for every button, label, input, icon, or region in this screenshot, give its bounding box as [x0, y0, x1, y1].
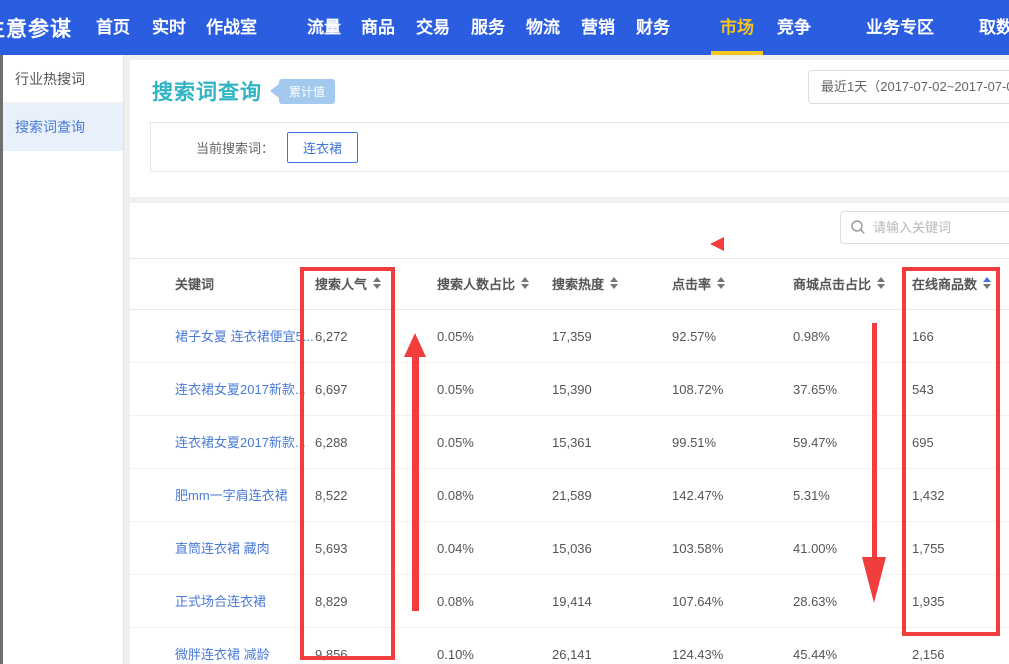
keyword-link[interactable]: 连衣裙女夏2017新款...	[175, 416, 306, 469]
cell-search-heat: 21,589	[552, 469, 592, 522]
keyword-link[interactable]: 正式场合连衣裙	[175, 575, 266, 628]
column-header-keyword: 关键词	[175, 259, 214, 311]
keyword-link[interactable]: 连衣裙女夏2017新款...	[175, 363, 306, 416]
cell-search-heat: 15,361	[552, 416, 592, 469]
cell-search-heat: 15,036	[552, 522, 592, 575]
table-row: 微胖连衣裙 减龄 9,856 0.10% 26,141 124.43% 45.4…	[130, 628, 1009, 664]
cell-click-rate: 99.51%	[672, 416, 716, 469]
badge-label: 累计值	[279, 79, 335, 104]
cell-searcher-ratio: 0.05%	[437, 310, 474, 363]
cell-click-rate: 108.72%	[672, 363, 723, 416]
keyword-search-box	[840, 211, 1009, 244]
table-header-row: 关键词 搜索人气 搜索人数占比 搜索热度 点击率 商城点击占比 在线商品数	[130, 258, 1009, 310]
sort-icon[interactable]	[717, 277, 725, 289]
cell-searcher-ratio: 0.08%	[437, 575, 474, 628]
nav-item-competition[interactable]: 竞争	[777, 0, 811, 55]
cell-mall-click-ratio: 5.31%	[793, 469, 830, 522]
app-logo[interactable]: 生意参谋	[0, 13, 72, 43]
column-header-click-rate[interactable]: 点击率	[672, 259, 725, 311]
nav-item-home[interactable]: 首页	[96, 0, 130, 55]
badge-arrow-left-icon	[270, 84, 279, 98]
column-header-searcher-ratio[interactable]: 搜索人数占比	[437, 259, 529, 311]
left-edge-strip	[0, 55, 3, 664]
nav-item-goods[interactable]: 商品	[361, 0, 395, 55]
nav-item-realtime[interactable]: 实时	[152, 0, 186, 55]
cell-search-heat: 26,141	[552, 628, 592, 664]
cell-mall-click-ratio: 59.47%	[793, 416, 837, 469]
top-nav: 生意参谋 首页 实时 作战室 流量 商品 交易 服务 物流 营销 财务 市场 竞…	[0, 0, 1009, 55]
cell-search-heat: 17,359	[552, 310, 592, 363]
annotation-arrow-down-icon	[862, 323, 886, 603]
annotation-arrow-up-icon	[404, 333, 426, 611]
annotation-rect-search-popularity	[300, 267, 395, 660]
nav-item-data-fetch[interactable]: 取数	[979, 0, 1009, 55]
current-search-word-box: 当前搜索词： 连衣裙	[150, 122, 1009, 172]
nav-item-logistics[interactable]: 物流	[526, 0, 560, 55]
cell-mall-click-ratio: 45.44%	[793, 628, 837, 664]
sidebar-item-industry-hot-words[interactable]: 行业热搜词	[0, 55, 123, 103]
annotation-rect-online-products	[902, 267, 1000, 636]
cell-click-rate: 142.47%	[672, 469, 723, 522]
keyword-link[interactable]: 肥mm一字肩连衣裙	[175, 469, 288, 522]
nav-item-marketing[interactable]: 营销	[581, 0, 615, 55]
cell-search-heat: 15,390	[552, 363, 592, 416]
nav-item-traffic[interactable]: 流量	[307, 0, 341, 55]
search-icon	[850, 219, 866, 240]
page: 生意参谋 首页 实时 作战室 流量 商品 交易 服务 物流 营销 财务 市场 竞…	[0, 0, 1009, 664]
cell-searcher-ratio: 0.08%	[437, 469, 474, 522]
nav-item-finance[interactable]: 财务	[636, 0, 670, 55]
cell-searcher-ratio: 0.05%	[437, 363, 474, 416]
annotation-left-triangle-icon	[710, 237, 724, 251]
nav-item-war-room[interactable]: 作战室	[206, 0, 257, 55]
page-header-card: 搜索词查询 累计值 最近1天（2017-07-02~2017-07-02 当前搜…	[130, 60, 1009, 197]
nav-item-business-zone[interactable]: 业务专区	[866, 0, 934, 55]
sort-icon[interactable]	[877, 277, 885, 289]
cumulative-badge: 累计值	[270, 79, 335, 104]
sort-icon[interactable]	[610, 277, 618, 289]
cell-click-rate: 103.58%	[672, 522, 723, 575]
keyword-link[interactable]: 直筒连衣裙 藏肉	[175, 522, 270, 575]
cell-mall-click-ratio: 28.63%	[793, 575, 837, 628]
nav-item-market[interactable]: 市场	[720, 0, 754, 55]
cell-click-rate: 92.57%	[672, 310, 716, 363]
date-range-picker[interactable]: 最近1天（2017-07-02~2017-07-02	[808, 70, 1009, 104]
current-keyword-chip[interactable]: 连衣裙	[287, 132, 358, 163]
keyword-link[interactable]: 微胖连衣裙 减龄	[175, 628, 270, 664]
cell-click-rate: 124.43%	[672, 628, 723, 664]
column-header-search-heat[interactable]: 搜索热度	[552, 259, 618, 311]
cell-mall-click-ratio: 37.65%	[793, 363, 837, 416]
column-header-mall-click-ratio[interactable]: 商城点击占比	[793, 259, 885, 311]
current-search-word-label: 当前搜索词：	[196, 138, 274, 157]
sidebar: 行业热搜词 搜索词查询	[0, 55, 124, 664]
cell-mall-click-ratio: 41.00%	[793, 522, 837, 575]
page-title: 搜索词查询	[152, 76, 262, 106]
sidebar-item-search-word-query[interactable]: 搜索词查询	[0, 103, 123, 151]
nav-item-trade[interactable]: 交易	[416, 0, 450, 55]
cell-searcher-ratio: 0.04%	[437, 522, 474, 575]
sort-icon[interactable]	[521, 277, 529, 289]
cell-click-rate: 107.64%	[672, 575, 723, 628]
cell-mall-click-ratio: 0.98%	[793, 310, 830, 363]
cell-search-heat: 19,414	[552, 575, 592, 628]
cell-searcher-ratio: 0.10%	[437, 628, 474, 664]
cell-searcher-ratio: 0.05%	[437, 416, 474, 469]
nav-item-service[interactable]: 服务	[471, 0, 505, 55]
keyword-link[interactable]: 裙子女夏 连衣裙便宜5...	[175, 310, 314, 363]
